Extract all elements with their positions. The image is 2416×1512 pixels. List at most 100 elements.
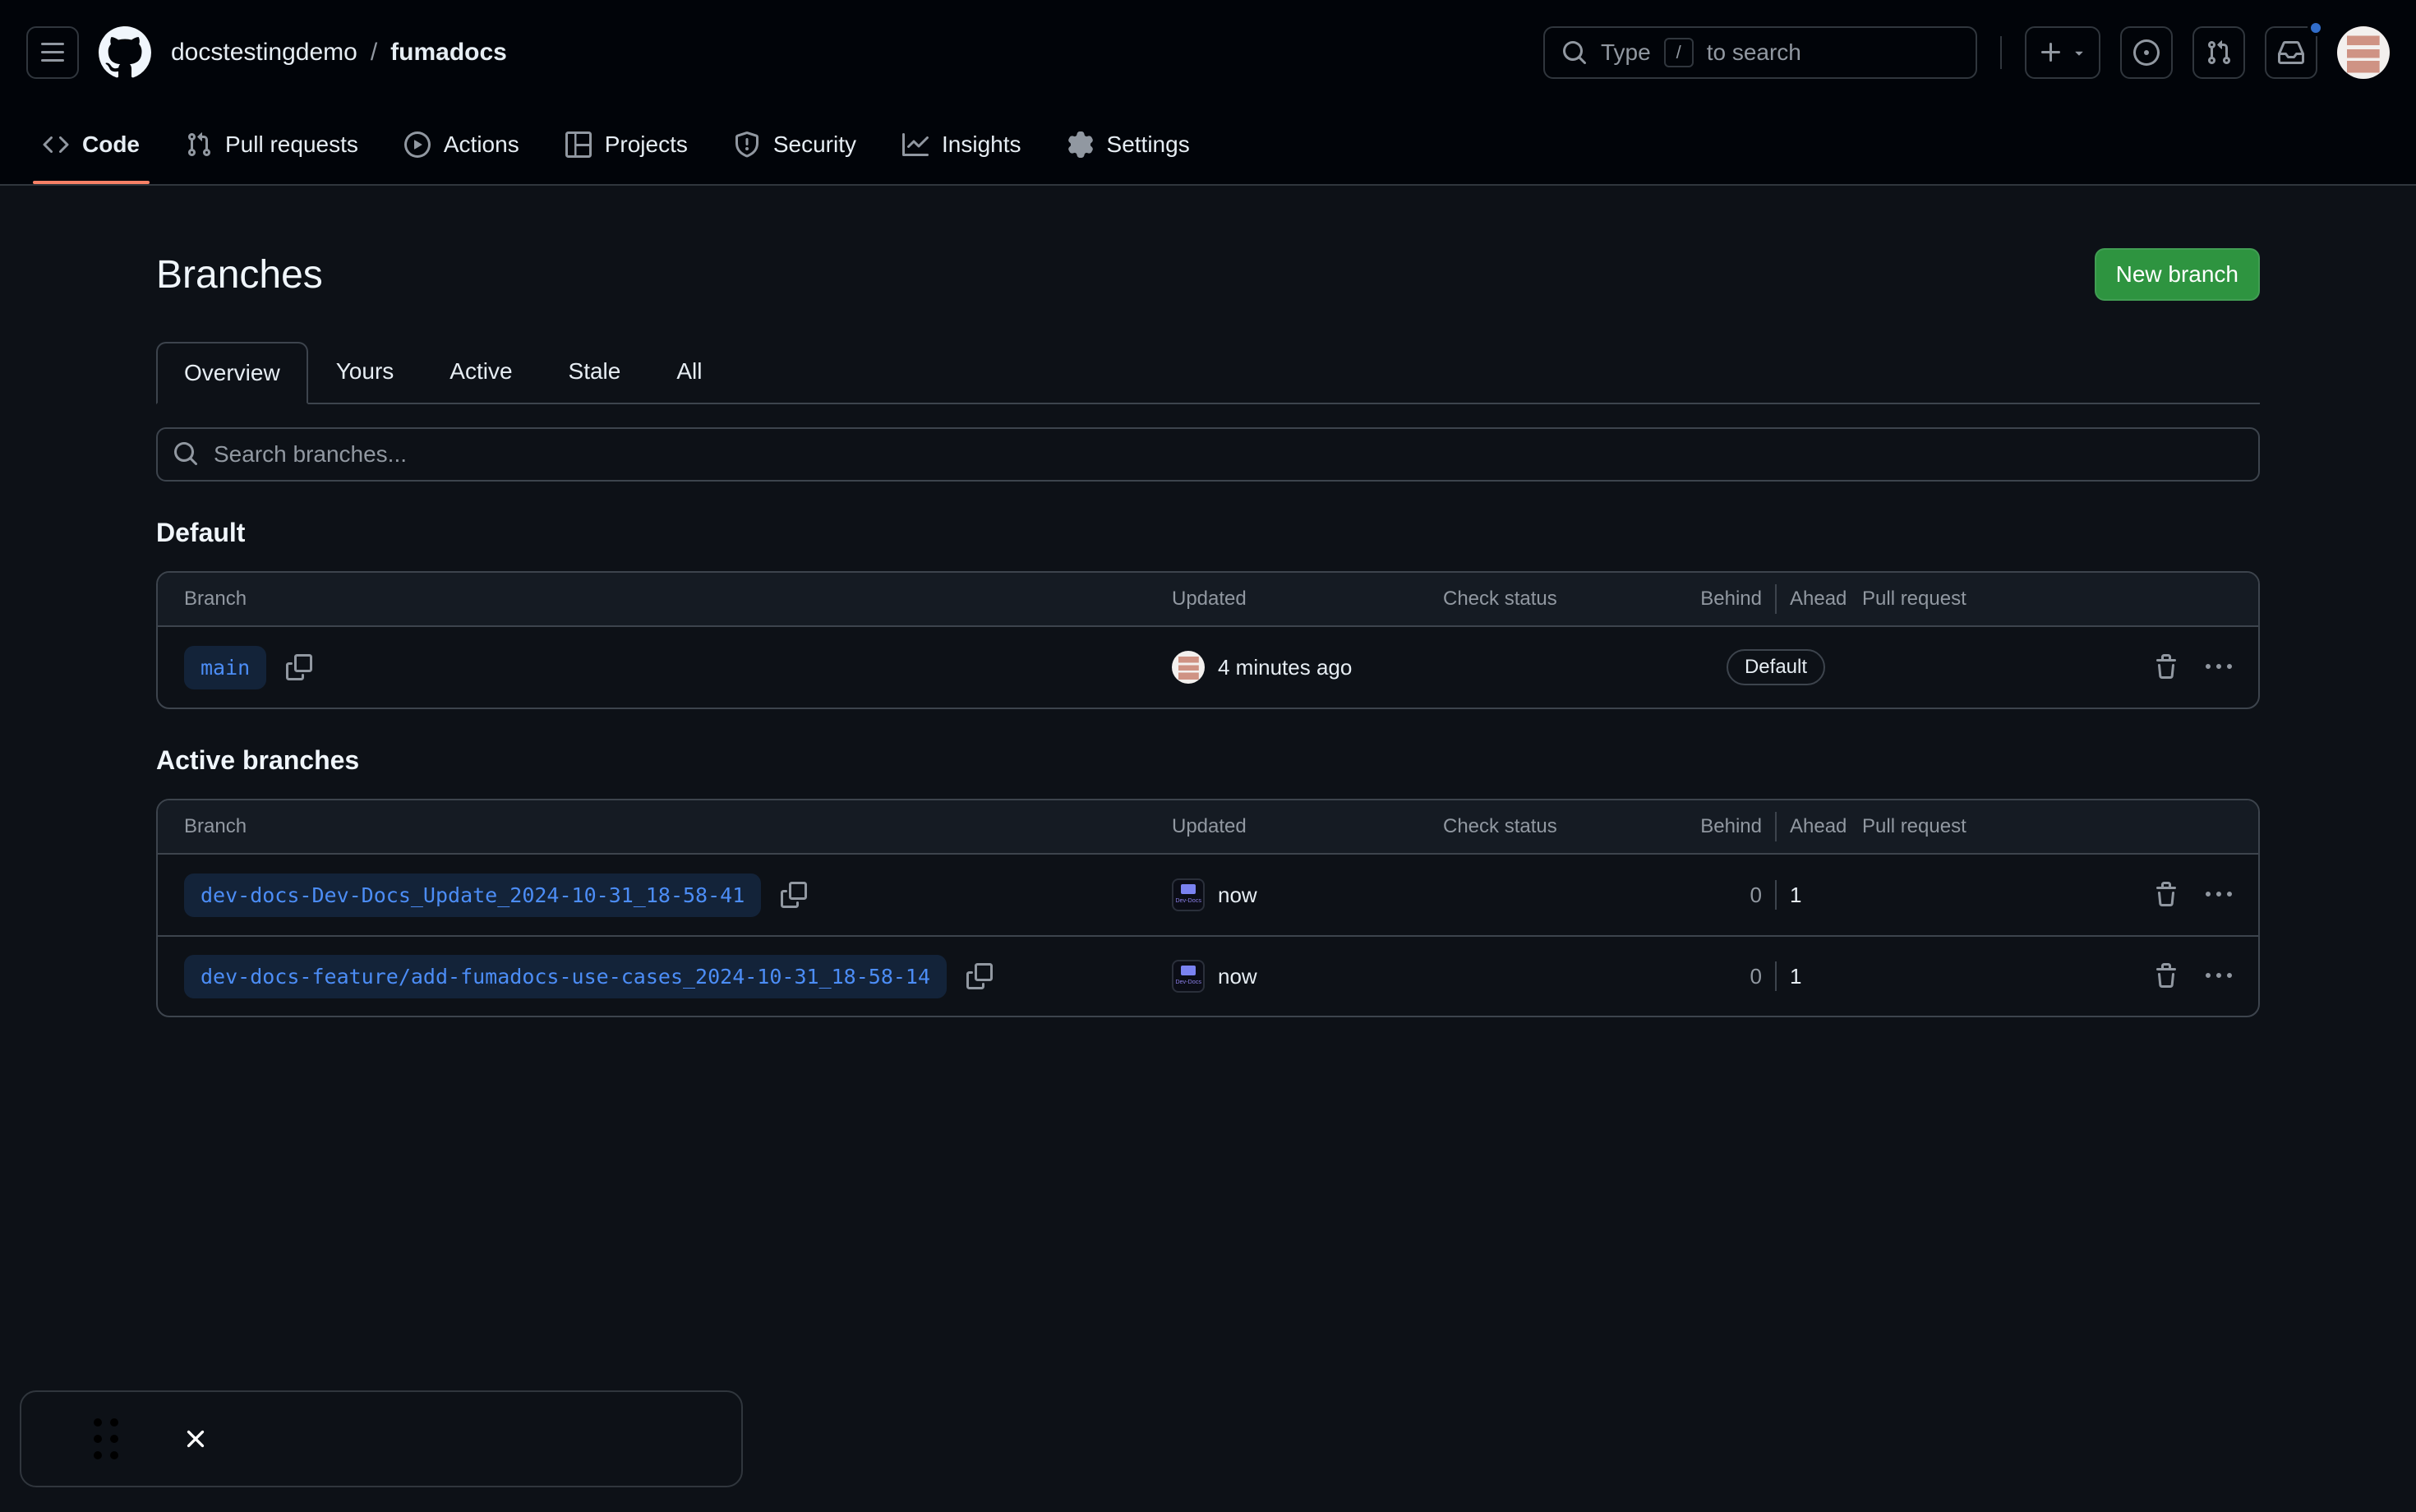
create-new-button[interactable] bbox=[2025, 26, 2100, 79]
bot-avatar[interactable]: Dev-Docs bbox=[1172, 878, 1205, 911]
global-header: docstestingdemo / fumadocs Type / to sea… bbox=[0, 0, 2416, 105]
hamburger-icon bbox=[39, 39, 66, 66]
tab-security-label: Security bbox=[773, 131, 856, 158]
tab-stale[interactable]: Stale bbox=[541, 340, 649, 403]
pull-requests-button[interactable] bbox=[2192, 26, 2245, 79]
delete-branch-button[interactable] bbox=[2153, 654, 2179, 680]
kebab-horizontal-icon bbox=[2206, 882, 2232, 908]
breadcrumb: docstestingdemo / fumadocs bbox=[171, 39, 507, 67]
branch-link[interactable]: dev-docs-feature/add-fumadocs-use-cases_… bbox=[184, 955, 947, 998]
issues-button[interactable] bbox=[2120, 26, 2173, 79]
ahead-count: 1 bbox=[1777, 883, 1862, 908]
branch-menu-button[interactable] bbox=[2206, 963, 2232, 989]
tab-pull-requests-label: Pull requests bbox=[225, 131, 358, 158]
kebab-horizontal-icon bbox=[2206, 654, 2232, 680]
bot-avatar-label: Dev-Docs bbox=[1175, 980, 1201, 984]
active-section-heading: Active branches bbox=[156, 745, 2260, 776]
tab-active[interactable]: Active bbox=[422, 340, 540, 403]
ahead-count: 1 bbox=[1777, 964, 1862, 989]
branch-menu-button[interactable] bbox=[2206, 654, 2232, 680]
floating-widget bbox=[20, 1390, 743, 1487]
col-behind: Behind bbox=[1690, 588, 1775, 611]
inbox-wrap bbox=[2265, 26, 2317, 79]
copy-branch-name-button[interactable] bbox=[781, 882, 807, 908]
delete-branch-button[interactable] bbox=[2153, 963, 2179, 989]
tab-projects[interactable]: Projects bbox=[542, 105, 711, 184]
main-content: Branches New branch Overview Yours Activ… bbox=[156, 248, 2260, 1017]
branch-search-wrap bbox=[156, 427, 2260, 482]
breadcrumb-repo[interactable]: fumadocs bbox=[390, 39, 507, 67]
tab-actions-label: Actions bbox=[444, 131, 519, 158]
branch-cell: dev-docs-feature/add-fumadocs-use-cases_… bbox=[184, 955, 1172, 998]
default-branch-table: Branch Updated Check status Behind Ahead… bbox=[156, 571, 2260, 709]
tab-settings[interactable]: Settings bbox=[1044, 105, 1213, 184]
slash-key-hint: / bbox=[1664, 38, 1694, 67]
active-branch-table: Branch Updated Check status Behind Ahead… bbox=[156, 799, 2260, 1017]
drag-handle-dots-icon[interactable] bbox=[94, 1418, 118, 1459]
col-pull-request: Pull request bbox=[1862, 815, 2092, 838]
tab-all[interactable]: All bbox=[648, 340, 730, 403]
hamburger-menu-button[interactable] bbox=[26, 26, 79, 79]
behind-ahead-cell: 0 1 bbox=[1690, 880, 1862, 910]
col-ahead: Ahead bbox=[1777, 815, 1862, 838]
close-icon[interactable] bbox=[181, 1424, 210, 1454]
global-search-input[interactable]: Type / to search bbox=[1543, 26, 1977, 79]
branch-link-main[interactable]: main bbox=[184, 646, 266, 689]
copy-icon bbox=[286, 654, 312, 680]
user-avatar[interactable] bbox=[2337, 26, 2390, 79]
behind-count: 0 bbox=[1690, 964, 1775, 989]
code-icon bbox=[43, 131, 69, 158]
updated-cell: 4 minutes ago bbox=[1172, 651, 1443, 684]
trash-icon bbox=[2153, 963, 2179, 989]
gear-icon bbox=[1067, 131, 1094, 158]
notifications-inbox-button[interactable] bbox=[2265, 26, 2317, 79]
issue-opened-icon bbox=[2133, 39, 2160, 66]
chevron-down-icon bbox=[2071, 44, 2087, 61]
github-logo-icon[interactable] bbox=[99, 26, 151, 79]
row-actions bbox=[2092, 963, 2232, 989]
col-ahead: Ahead bbox=[1777, 588, 1862, 611]
play-icon bbox=[404, 131, 431, 158]
kebab-horizontal-icon bbox=[2206, 963, 2232, 989]
search-branches-input[interactable] bbox=[156, 427, 2260, 482]
tab-insights-label: Insights bbox=[942, 131, 1021, 158]
delete-branch-button[interactable] bbox=[2153, 882, 2179, 908]
col-pull-request: Pull request bbox=[1862, 588, 2092, 611]
search-placeholder-suffix: to search bbox=[1707, 39, 1801, 66]
tab-pull-requests[interactable]: Pull requests bbox=[163, 105, 381, 184]
author-avatar[interactable] bbox=[1172, 651, 1205, 684]
col-updated: Updated bbox=[1172, 815, 1443, 838]
col-check-status: Check status bbox=[1443, 588, 1690, 611]
branches-tabnav: Overview Yours Active Stale All bbox=[156, 340, 2260, 404]
plus-icon bbox=[2038, 39, 2064, 66]
bot-avatar-label: Dev-Docs bbox=[1175, 898, 1201, 902]
table-header-row: Branch Updated Check status Behind Ahead… bbox=[158, 573, 2258, 627]
tab-code-label: Code bbox=[82, 131, 140, 158]
tab-projects-label: Projects bbox=[605, 131, 688, 158]
trash-icon bbox=[2153, 654, 2179, 680]
row-actions bbox=[2092, 882, 2232, 908]
tab-settings-label: Settings bbox=[1107, 131, 1190, 158]
header-divider bbox=[2000, 36, 2002, 69]
tab-security[interactable]: Security bbox=[711, 105, 879, 184]
bot-avatar[interactable]: Dev-Docs bbox=[1172, 960, 1205, 993]
search-placeholder-prefix: Type bbox=[1601, 39, 1651, 66]
tab-actions[interactable]: Actions bbox=[381, 105, 542, 184]
copy-branch-name-button[interactable] bbox=[286, 654, 312, 680]
copy-icon bbox=[781, 882, 807, 908]
graph-icon bbox=[902, 131, 929, 158]
new-branch-button[interactable]: New branch bbox=[2095, 248, 2260, 301]
copy-branch-name-button[interactable] bbox=[966, 963, 993, 989]
tab-overview[interactable]: Overview bbox=[156, 342, 308, 404]
row-actions bbox=[2092, 654, 2232, 680]
col-check-status: Check status bbox=[1443, 815, 1690, 838]
behind-ahead-cell: 0 1 bbox=[1690, 961, 1862, 991]
branch-menu-button[interactable] bbox=[2206, 882, 2232, 908]
repo-nav: Code Pull requests Actions Projects Secu… bbox=[0, 105, 2416, 186]
tab-yours[interactable]: Yours bbox=[308, 340, 422, 403]
breadcrumb-owner[interactable]: docstestingdemo bbox=[171, 39, 357, 67]
tab-insights[interactable]: Insights bbox=[879, 105, 1044, 184]
branch-link[interactable]: dev-docs-Dev-Docs_Update_2024-10-31_18-5… bbox=[184, 874, 761, 917]
updated-cell: Dev-Docs now bbox=[1172, 878, 1443, 911]
tab-code[interactable]: Code bbox=[20, 105, 163, 184]
